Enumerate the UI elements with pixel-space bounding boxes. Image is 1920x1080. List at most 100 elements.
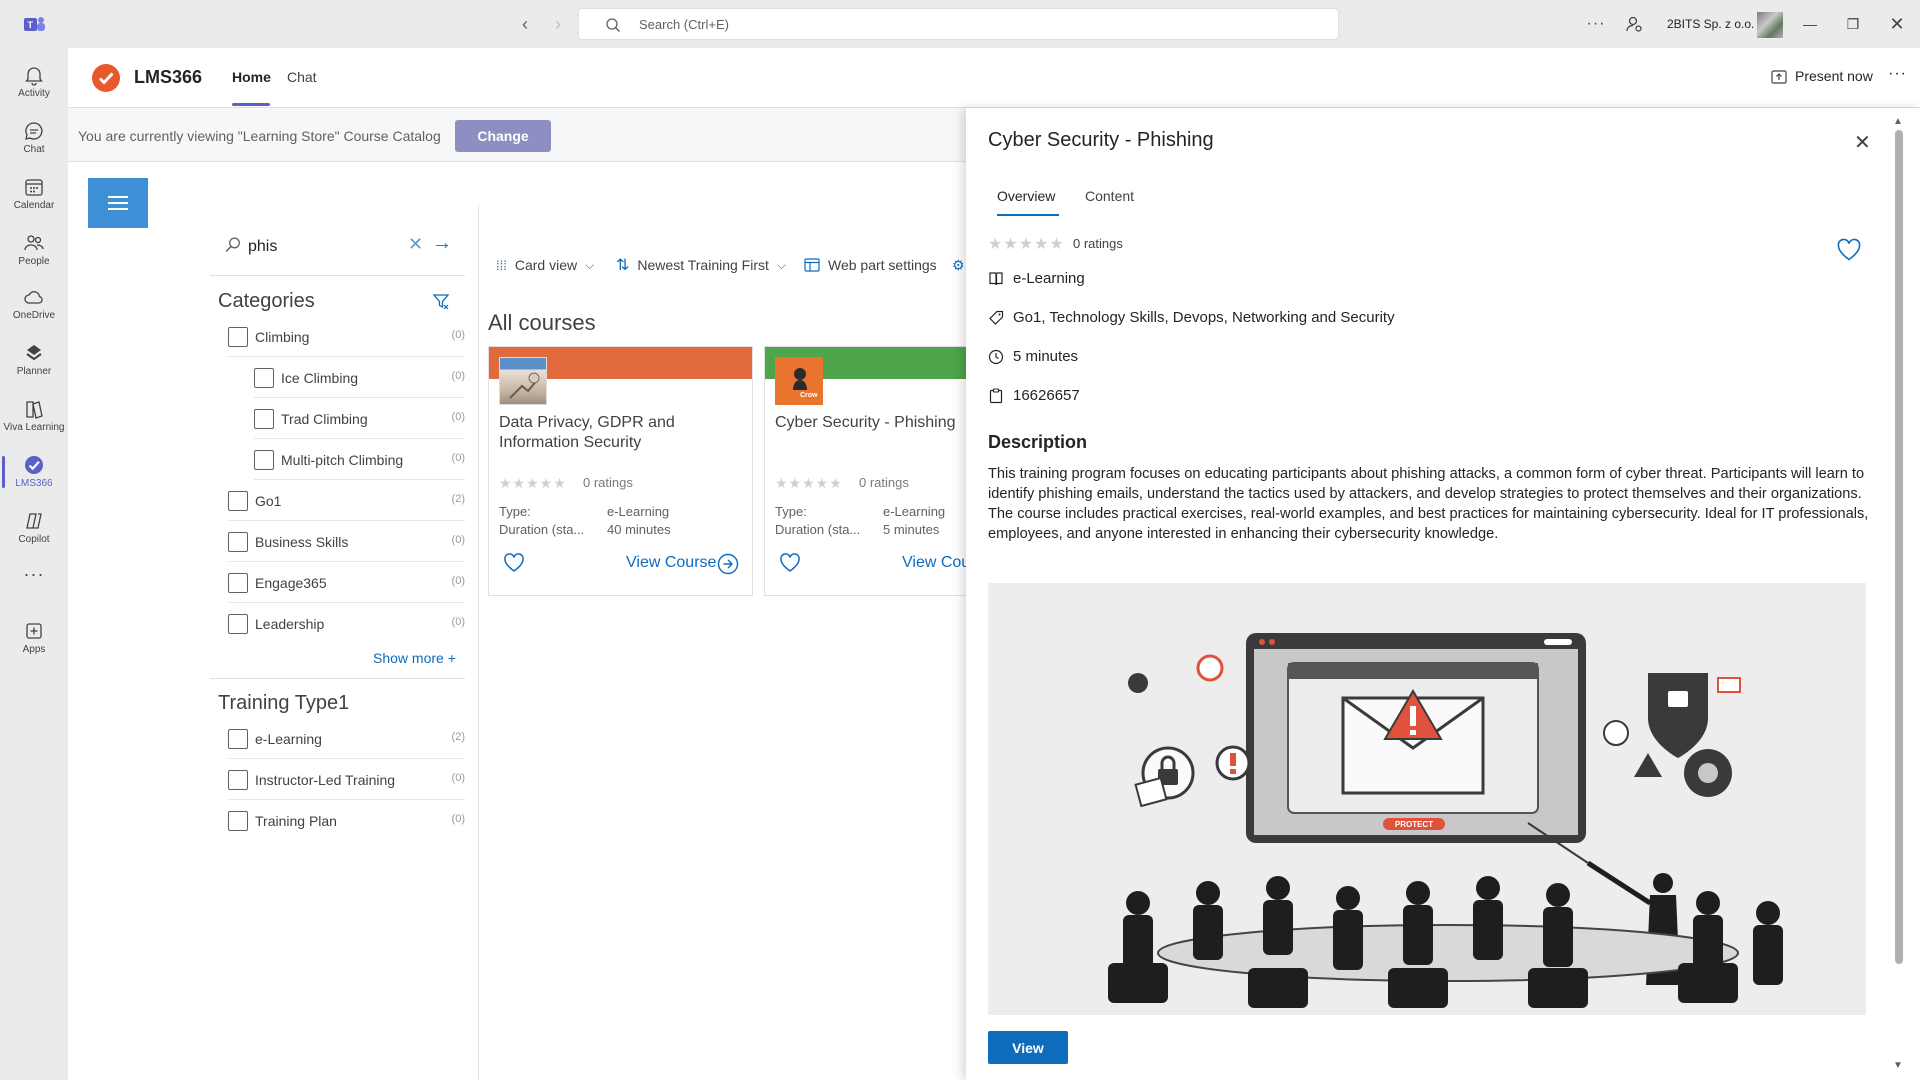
search-go-arrow-icon[interactable]: → [432,232,452,255]
rail-item-lms366[interactable]: LMS366 [0,446,68,502]
course-title[interactable]: Cyber Security - Phishing [775,413,973,433]
favorite-heart-icon[interactable] [503,553,525,573]
checkbox[interactable] [228,811,248,831]
header-more-icon[interactable]: ··· [1888,65,1907,83]
gear-icon[interactable]: ⚙ [952,255,965,275]
course-title[interactable]: Data Privacy, GDPR and Information Secur… [499,413,739,453]
minimize-icon[interactable]: — [1800,14,1820,34]
close-icon[interactable]: ✕ [1854,130,1871,155]
present-icon [1771,70,1787,84]
filter-label: Go1 [255,493,282,509]
book-icon [989,272,1003,286]
rail-item-activity[interactable]: Activity [0,56,68,112]
checkbox[interactable] [254,409,274,429]
filter-row-go1[interactable]: Go1 (2) [228,480,465,521]
checkbox[interactable] [228,770,248,790]
present-now-button[interactable]: Present now [1795,68,1873,84]
user-avatar[interactable] [1757,12,1783,38]
filter-row-leadership[interactable]: Leadership (0) [228,603,465,644]
rail-item-people[interactable]: People [0,224,68,280]
filter-count: (0) [451,452,465,464]
show-more-link[interactable]: Show more + [373,650,456,666]
filter-label: Multi-pitch Climbing [281,452,404,468]
search-icon [225,237,240,252]
rail-item-apps[interactable]: Apps [0,612,68,668]
tab-home[interactable]: Home [232,69,271,85]
sort-icon: ⇅ [616,257,630,274]
course-card[interactable]: Data Privacy, GDPR and Information Secur… [488,346,753,596]
filter-row-engage365[interactable]: Engage365 (0) [228,562,465,603]
rail-item-calendar[interactable]: Calendar [0,168,68,224]
filter-row-training-plan[interactable]: Training Plan (0) [228,800,465,841]
calendar-icon [25,179,43,196]
filter-count: (0) [451,575,465,587]
global-search-input[interactable]: Search (Ctrl+E) [578,8,1339,40]
rail-item-onedrive[interactable]: OneDrive [0,278,68,334]
rating-stars-icon[interactable]: ★★★★★ [988,234,1065,254]
tab-chat[interactable]: Chat [287,69,317,85]
scroll-up-icon[interactable]: ▲ [1893,116,1903,127]
arrow-circle-icon[interactable] [717,553,739,575]
rating-stars-icon[interactable]: ★★★★★ [775,475,843,492]
cloud-icon [24,291,43,304]
change-catalog-button[interactable]: Change [455,120,551,152]
course-card[interactable]: Crow Cyber Security - Phishing ★★★★★ 0 r… [764,346,974,596]
rail-item-chat[interactable]: Chat [0,112,68,168]
filter-row-business-skills[interactable]: Business Skills (0) [228,521,465,562]
rail-label: LMS366 [15,478,53,489]
clock-icon [988,349,1004,365]
settings-more-icon[interactable]: ··· [1586,0,1606,48]
checkbox[interactable] [228,532,248,552]
web-part-settings-button[interactable]: Web part settings [804,255,937,275]
filter-row-climbing[interactable]: Climbing (0) [228,316,465,357]
scrollbar-thumb[interactable] [1895,130,1903,964]
favorite-heart-icon[interactable] [1836,238,1862,262]
person-settings-icon[interactable] [1625,0,1645,48]
scroll-down-icon[interactable]: ▼ [1893,1060,1903,1071]
org-name[interactable]: 2BITS Sp. z o.o. [1667,0,1754,48]
rail-item-more[interactable]: ··· [0,558,68,598]
detail-scrollbar[interactable]: ▲ ▼ [1892,116,1906,1072]
favorite-heart-icon[interactable] [779,553,801,573]
checkbox[interactable] [254,450,274,470]
filter-row-instructor-led[interactable]: Instructor-Led Training (0) [228,759,465,800]
grid-icon: ⁞⁞⁞ [496,257,507,273]
sort-dropdown[interactable]: ⇅ Newest Training First ⌵ [616,255,786,275]
forward-arrow-icon[interactable]: › [548,14,568,34]
filter-row-multi-pitch-climbing[interactable]: Multi-pitch Climbing (0) [254,439,465,480]
teams-logo-icon[interactable]: T [22,14,46,34]
card-view-dropdown[interactable]: ⁞⁞⁞ Card view ⌵ [496,255,594,275]
back-arrow-icon[interactable]: ‹ [515,14,535,34]
restore-icon[interactable]: ❐ [1843,14,1863,34]
checkbox[interactable] [228,327,248,347]
filter-icon[interactable] [432,292,450,310]
rail-item-copilot[interactable]: Copilot [0,502,68,558]
type-value: e-Learning [883,504,946,519]
view-course-link[interactable]: View Course [626,554,716,572]
rail-item-viva-learning[interactable]: Viva Learning [0,390,68,446]
filter-row-e-learning[interactable]: e-Learning (2) [228,718,465,759]
tab-overview[interactable]: Overview [997,188,1055,204]
view-course-link[interactable]: View Cou [902,554,970,572]
tab-content[interactable]: Content [1085,188,1134,204]
checkbox[interactable] [228,491,248,511]
active-tab-indicator [232,103,270,106]
rating-stars-icon[interactable]: ★★★★★ [499,475,567,492]
close-window-icon[interactable]: ✕ [1887,14,1907,34]
filter-row-trad-climbing[interactable]: Trad Climbing (0) [254,398,465,439]
duration-value: 5 minutes [883,522,940,537]
checkbox[interactable] [254,368,274,388]
checkbox[interactable] [228,729,248,749]
clear-search-icon[interactable]: ✕ [408,234,423,255]
filter-row-ice-climbing[interactable]: Ice Climbing (0) [254,357,465,398]
checkbox[interactable] [228,573,248,593]
rail-label: OneDrive [12,310,56,321]
view-button[interactable]: View [988,1031,1068,1064]
detail-duration: 5 minutes [1013,348,1079,365]
chevron-down-icon: ⌵ [776,257,786,272]
checkbox[interactable] [228,614,248,634]
filter-search-input[interactable]: phis ✕ → [210,222,465,276]
rail-label: Viva Learning [3,422,65,433]
hamburger-menu-button[interactable] [88,178,148,228]
rail-item-planner[interactable]: Planner [0,334,68,390]
